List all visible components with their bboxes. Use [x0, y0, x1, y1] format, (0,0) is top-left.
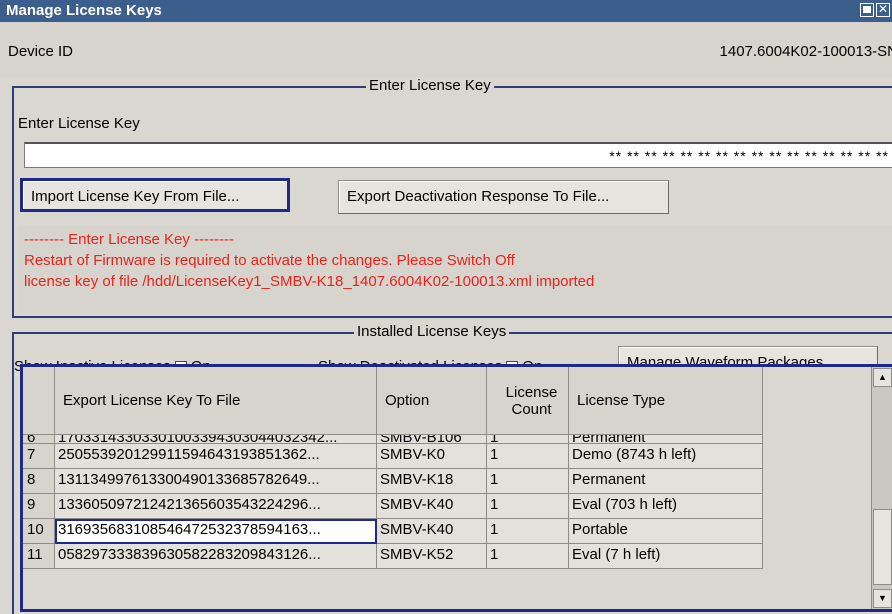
message-line: Restart of Firmware is required to activ… — [24, 252, 515, 269]
option-cell: SMBV-K18 — [377, 469, 487, 494]
license-count-cell: 1 — [487, 435, 569, 444]
option-cell: SMBV-K40 — [377, 494, 487, 519]
table-scrollbar[interactable]: ▲ ▼ — [871, 367, 892, 609]
window-titlebar: Manage License Keys ✕ — [0, 0, 892, 22]
column-header-license-type[interactable]: License Type — [569, 367, 763, 435]
column-header-license-count[interactable]: License Count — [487, 367, 569, 435]
row-number: 8 — [23, 469, 55, 494]
table-row[interactable]: 7 25055392012991159464319385136​2... SMB… — [23, 444, 873, 469]
table-header: Export License Key To File Option Licens… — [23, 367, 873, 435]
license-key-cell[interactable]: 05829733383963058228320984312​6... — [55, 544, 377, 569]
device-id-label: Device ID — [8, 43, 74, 60]
import-license-key-button[interactable]: Import License Key From File... — [20, 178, 290, 212]
license-key-cell[interactable]: 13113499761330049013368578264​9... — [55, 469, 377, 494]
scroll-down-icon[interactable]: ▼ — [873, 589, 892, 608]
license-type-cell: Portable — [569, 519, 763, 544]
license-key-cell[interactable]: 17033143303301003394303044032342... — [55, 435, 377, 444]
option-cell: SMBV-K0 — [377, 444, 487, 469]
device-id-value: 1407.6004K02-100013-SN — [719, 43, 892, 60]
enter-license-key-group: Enter License Key Enter License Key ** *… — [12, 77, 892, 318]
installed-license-keys-group: Installed License Keys Show Inactive Lic… — [12, 323, 892, 614]
license-key-cell[interactable]: 25055392012991159464319385136​2... — [55, 444, 377, 469]
table-row[interactable]: 10 31693568310854647253237859416​3... SM… — [23, 519, 873, 544]
window-controls: ✕ — [860, 3, 890, 17]
license-count-cell: 1 — [487, 544, 569, 569]
option-cell: SMBV-B106 — [377, 435, 487, 444]
table-row[interactable]: 9 13360509721242136560354322429​6... SMB… — [23, 494, 873, 519]
license-type-cell: Eval (703 h left) — [569, 494, 763, 519]
license-type-cell: Eval (7 h left) — [569, 544, 763, 569]
row-number: 11 — [23, 544, 55, 569]
license-count-cell: 1 — [487, 469, 569, 494]
maximize-icon[interactable] — [860, 3, 874, 17]
installed-license-keys-group-title: Installed License Keys — [354, 323, 510, 340]
window-title: Manage License Keys — [6, 2, 162, 19]
row-number: 6 — [23, 435, 55, 444]
table-row[interactable]: 8 13113499761330049013368578264​9... SMB… — [23, 469, 873, 494]
license-count-cell: 1 — [487, 519, 569, 544]
row-number: 7 — [23, 444, 55, 469]
close-icon[interactable]: ✕ — [876, 3, 890, 17]
license-type-cell: Demo (8743 h left) — [569, 444, 763, 469]
option-cell: SMBV-K40 — [377, 519, 487, 544]
license-count-cell: 1 — [487, 494, 569, 519]
enter-license-key-group-title: Enter License Key — [366, 77, 494, 94]
license-key-input[interactable]: ** ** ** ** ** ** ** ** ** ** ** ** ** *… — [24, 142, 892, 168]
row-number: 9 — [23, 494, 55, 519]
row-number-header — [23, 367, 55, 435]
column-header-export[interactable]: Export License Key To File — [55, 367, 377, 435]
column-header-option[interactable]: Option — [377, 367, 487, 435]
export-deactivation-response-button[interactable]: Export Deactivation Response To File... — [338, 180, 669, 214]
license-type-cell: Permanent — [569, 435, 763, 444]
license-count-cell: 1 — [487, 444, 569, 469]
message-line: -------- Enter License Key -------- — [24, 231, 234, 248]
message-log: -------- Enter License Key -------- Rest… — [18, 225, 892, 313]
table-body: 6 17033143303301003394303044032342... SM… — [23, 435, 873, 569]
license-key-field-label: Enter License Key — [18, 115, 140, 132]
message-line: license key of file /hdd/LicenseKey1_SMB… — [24, 273, 595, 290]
license-key-cell[interactable]: 13360509721242136560354322429​6... — [55, 494, 377, 519]
device-id-row: Device ID 1407.6004K02-100013-SN — [0, 22, 892, 78]
option-cell: SMBV-K52 — [377, 544, 487, 569]
table-row[interactable]: 6 17033143303301003394303044032342... SM… — [23, 435, 873, 444]
license-key-cell-selected[interactable]: 31693568310854647253237859416​3... — [55, 519, 377, 544]
scrollbar-thumb[interactable] — [873, 509, 892, 585]
scroll-up-icon[interactable]: ▲ — [873, 368, 892, 387]
row-number: 10 — [23, 519, 55, 544]
license-type-cell: Permanent — [569, 469, 763, 494]
license-table: Export License Key To File Option Licens… — [20, 364, 892, 612]
table-row[interactable]: 11 05829733383963058228320984312​6... SM… — [23, 544, 873, 569]
